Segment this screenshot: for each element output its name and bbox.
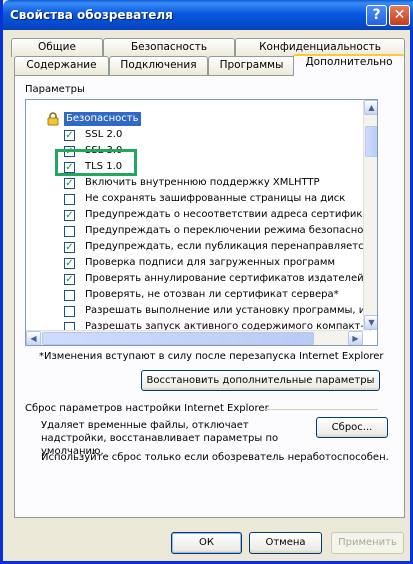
restore-defaults-button[interactable]: Восстановить дополнительные параметры — [141, 370, 380, 391]
vertical-scrollbar[interactable]: ▲ ▼ — [363, 100, 377, 330]
scroll-up-button[interactable]: ▲ — [364, 100, 377, 115]
settings-label: Параметры — [25, 84, 85, 95]
tab-programs[interactable]: Программы — [208, 56, 295, 75]
setting-label: Предупреждать, если публикация перенапра… — [85, 241, 370, 252]
reset-button[interactable]: Сброс... — [316, 417, 388, 438]
cancel-button[interactable]: Отмена — [249, 532, 322, 554]
tab-security[interactable]: Безопасность — [103, 38, 235, 57]
setting-label: Проверять, не отозван ли сертификат серв… — [85, 289, 339, 300]
tab-connections[interactable]: Подключения — [109, 56, 208, 75]
scroll-left-button[interactable]: ◀ — [26, 331, 41, 345]
tab-content[interactable]: Содержание — [14, 56, 109, 75]
apply-button: Применить — [331, 532, 404, 554]
tls-highlight-box — [55, 149, 137, 176]
checkbox-checked[interactable]: ✓ — [64, 210, 75, 221]
checkbox-checked[interactable]: ✓ — [64, 242, 75, 253]
checkbox-unchecked[interactable] — [64, 226, 75, 237]
horizontal-scroll-thumb[interactable] — [42, 332, 314, 345]
help-button[interactable]: ? — [366, 5, 387, 26]
setting-label: Разрешать выполнение или установку прогр… — [85, 305, 378, 316]
horizontal-scrollbar[interactable]: ◀ ▶ — [26, 330, 363, 345]
reset-warning: Используйте сброс только если обозревате… — [41, 452, 389, 463]
restart-note: *Изменения вступают в силу после перезап… — [39, 351, 384, 362]
setting-label: Предупреждать о несоответствии адреса се… — [85, 209, 375, 220]
tab-advanced[interactable]: Дополнительно — [293, 54, 405, 76]
setting-label: Включить внутреннюю поддержку XMLHTTP — [85, 177, 320, 188]
setting-label: Предупреждать о переключении режима безо… — [85, 225, 375, 236]
checkbox-unchecked[interactable] — [64, 306, 75, 317]
checkbox-checked[interactable]: ✓ — [64, 178, 75, 189]
setting-label: SSL 2.0 — [85, 129, 123, 140]
checkbox-checked[interactable]: ✓ — [64, 274, 75, 285]
setting-label: Проверять аннулирование сертификатов изд… — [85, 273, 364, 284]
ok-button[interactable]: ОК — [171, 532, 242, 554]
reset-group-divider — [263, 409, 378, 410]
reset-group-title: Сброс параметров настройки Internet Expl… — [25, 403, 269, 414]
title-bar[interactable]: Свойства обозревателя ? ✕ — [3, 0, 413, 30]
settings-list[interactable]: Безопасность ✓ SSL 2.0 ✓ SSL 3.0 ✓ TLS 1.0 ✓ Вк… — [25, 99, 378, 346]
setting-label: Не сохранять зашифрованные страницы на д… — [85, 193, 346, 204]
window-title: Свойства обозревателя — [10, 8, 173, 22]
scroll-right-button[interactable]: ▶ — [348, 331, 363, 345]
checkbox-unchecked[interactable] — [64, 194, 75, 205]
vertical-scroll-thumb[interactable] — [365, 126, 377, 157]
setting-label: Проверка подписи для загруженных програм… — [85, 257, 336, 268]
internet-options-dialog: Свойства обозревателя ? ✕ Общие Безопасн… — [0, 0, 413, 564]
tab-general[interactable]: Общие — [11, 38, 103, 57]
close-button[interactable]: ✕ — [389, 5, 410, 26]
lock-icon — [46, 112, 60, 126]
checkbox-unchecked[interactable] — [64, 290, 75, 301]
checkbox-checked[interactable]: ✓ — [64, 258, 75, 269]
checkbox-checked[interactable]: ✓ — [64, 130, 75, 141]
scroll-down-button[interactable]: ▼ — [364, 315, 377, 330]
group-title: Безопасность — [64, 112, 141, 126]
